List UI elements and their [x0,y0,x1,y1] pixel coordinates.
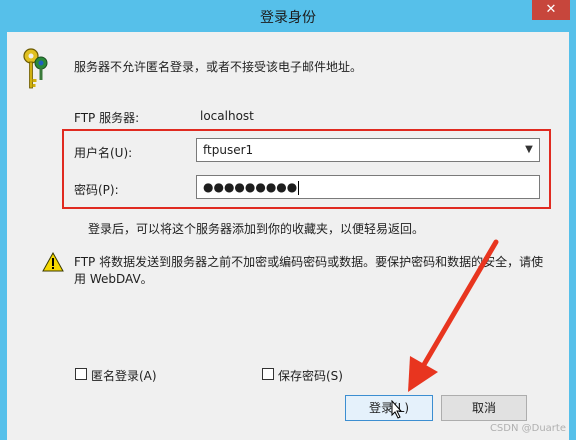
save-password-label[interactable]: 保存密码(S) [278,367,343,384]
title-bar: 登录身份 ✕ [0,0,576,32]
close-button[interactable]: ✕ [532,0,570,20]
cancel-button[interactable]: 取消 [441,395,527,421]
no-anonymous-message: 服务器不允许匿名登录，或者不接受该电子邮件地址。 [74,60,363,74]
watermark: CSDN @Duarte [489,423,566,434]
ftp-server-value: localhost [200,109,254,123]
anonymous-login-label[interactable]: 匿名登录(A) [91,367,157,384]
favorites-hint: 登录后，可以将这个服务器添加到你的收藏夹，以便轻易返回。 [88,222,425,236]
window-title: 登录身份 [260,10,316,26]
anonymous-login-checkbox[interactable] [75,368,87,380]
warning-icon [42,252,64,272]
window-frame-left [0,32,7,440]
warning-line-2: 用 WebDAV。 [74,272,153,286]
ftp-server-label: FTP 服务器: [74,111,140,125]
login-button[interactable]: 登录(L) [345,395,433,421]
mouse-pointer-icon [391,400,403,419]
save-password-checkbox[interactable] [262,368,274,380]
warning-line-1: FTP 将数据发送到服务器之前不加密或编码密码或数据。要保护密码和数据的安全，请… [74,255,544,269]
keys-icon [23,48,48,89]
window-frame-right [569,32,576,440]
highlight-box [62,129,551,209]
